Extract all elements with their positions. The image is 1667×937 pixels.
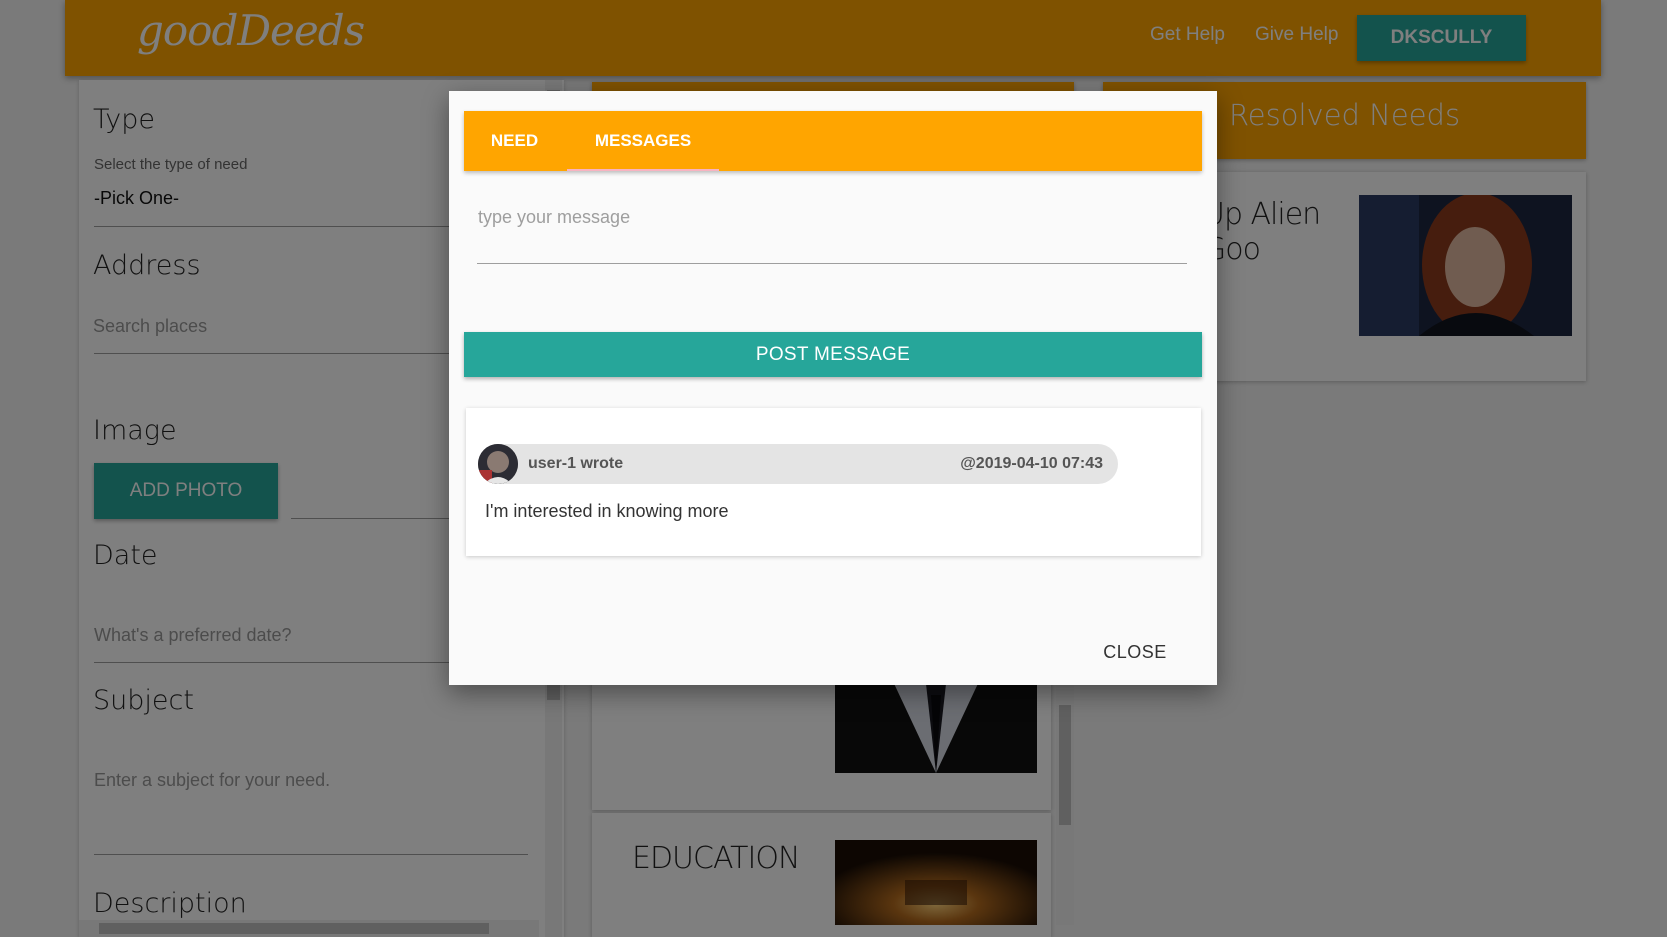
close-button[interactable]: CLOSE: [1085, 634, 1185, 670]
message-input[interactable]: [477, 199, 1187, 264]
need-details-modal: NEED MESSAGES type your message POST MES…: [449, 91, 1217, 685]
message-author-chip: user-1 wrote @2019-04-10 07:43: [478, 444, 1118, 484]
active-tab-indicator: [567, 169, 719, 171]
post-message-button[interactable]: POST MESSAGE: [464, 332, 1202, 377]
tab-messages[interactable]: MESSAGES: [567, 111, 719, 171]
message-author: user-1 wrote: [528, 455, 624, 472]
avatar: [478, 444, 518, 484]
message-timestamp: @2019-04-10 07:43: [960, 455, 1103, 472]
message-text: I'm interested in knowing more: [485, 501, 729, 521]
modal-tabs: NEED MESSAGES: [464, 111, 1202, 171]
tab-need[interactable]: NEED: [479, 111, 550, 171]
message-card: user-1 wrote @2019-04-10 07:43 I'm inter…: [466, 408, 1201, 556]
